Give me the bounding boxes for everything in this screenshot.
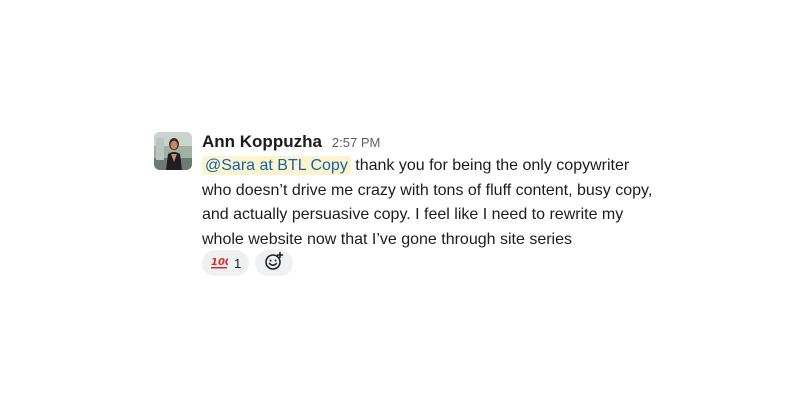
add-reaction-smiley-icon [264, 251, 284, 276]
avatar[interactable] [154, 132, 192, 170]
timestamp[interactable]: 2:57 PM [332, 135, 380, 150]
avatar-photo-icon [154, 132, 192, 170]
reaction-count: 1 [234, 255, 242, 271]
screenshot-canvas: Ann Koppuzha 2:57 PM @Sara at BTL Copy t… [0, 0, 800, 400]
reaction-100[interactable]: 100 1 [202, 250, 250, 276]
user-mention[interactable]: @Sara at BTL Copy [202, 156, 351, 175]
reactions-bar: 100 1 [202, 250, 294, 276]
message-body: @Sara at BTL Copy thank you for being th… [202, 154, 658, 252]
message-header: Ann Koppuzha 2:57 PM [202, 132, 380, 154]
sender-name[interactable]: Ann Koppuzha [202, 132, 322, 152]
add-reaction-button[interactable] [255, 250, 294, 276]
chat-message: Ann Koppuzha 2:57 PM @Sara at BTL Copy t… [144, 122, 660, 280]
svg-text:100: 100 [211, 257, 228, 268]
100-icon: 100 [210, 254, 232, 273]
